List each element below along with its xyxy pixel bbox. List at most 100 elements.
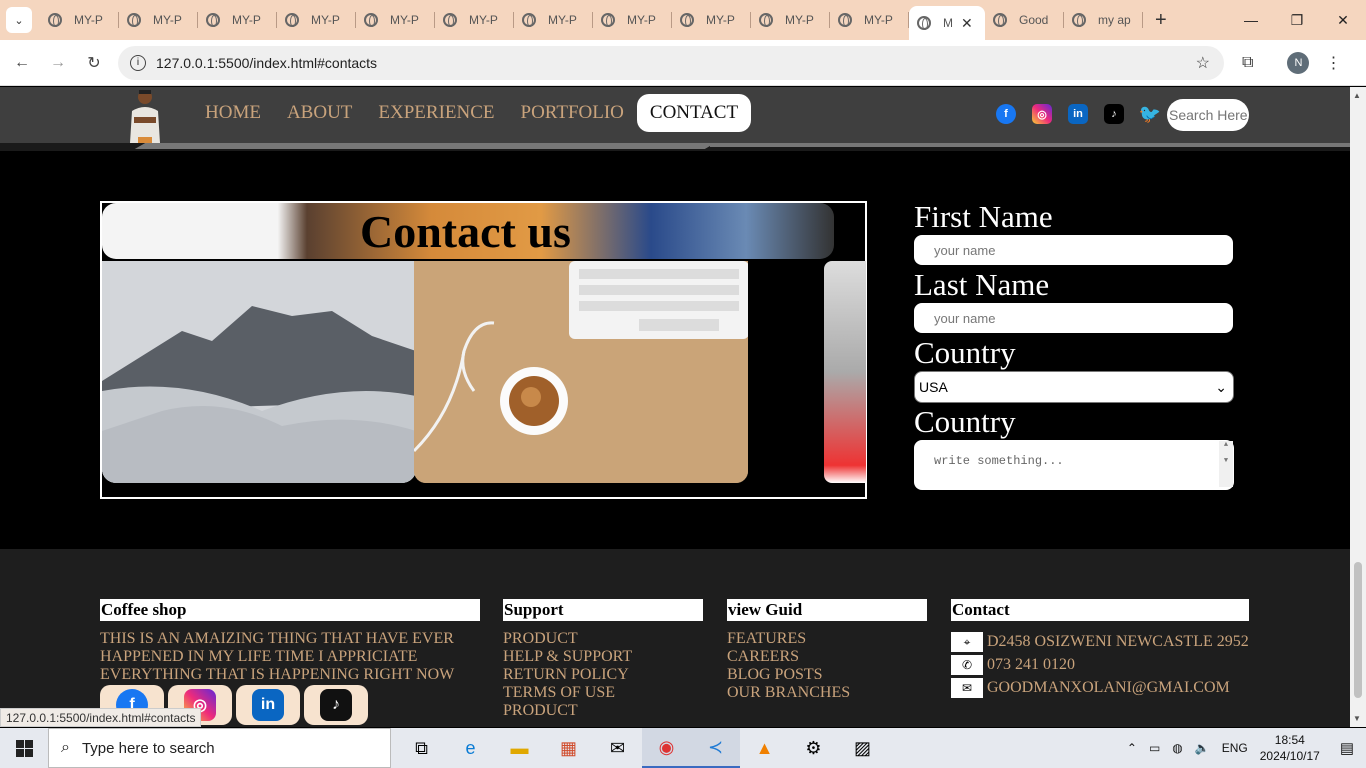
globe-icon xyxy=(917,16,931,30)
country-select[interactable]: USA ⌄ xyxy=(914,371,1234,403)
facebook-icon[interactable]: f xyxy=(996,104,1016,124)
footer-link-return[interactable]: RETURN POLICY xyxy=(503,666,703,684)
browser-tab[interactable]: MY-P xyxy=(672,0,751,40)
nav-contact[interactable]: CONTACT xyxy=(636,94,752,132)
globe-icon xyxy=(993,13,1007,27)
mountain-image xyxy=(102,261,416,483)
nav-about[interactable]: ABOUT xyxy=(274,94,365,132)
footer-link-product[interactable]: PRODUCT xyxy=(503,630,703,648)
store-icon[interactable]: ▦ xyxy=(544,728,593,768)
footer-tiktok-button[interactable]: ♪ xyxy=(304,685,368,725)
globe-icon xyxy=(206,13,220,27)
browser-tab[interactable]: MY-P xyxy=(435,0,514,40)
browser-tab[interactable]: MY-P xyxy=(40,0,119,40)
close-window-icon[interactable]: ✕ xyxy=(1320,0,1366,40)
browser-tab[interactable]: MY-P xyxy=(277,0,356,40)
windows-start-icon[interactable] xyxy=(0,728,48,768)
task-view-icon[interactable]: ⧉ xyxy=(397,728,446,768)
profile-avatar[interactable]: N xyxy=(1287,51,1310,74)
chevron-up-icon[interactable]: ⌃ xyxy=(1127,741,1137,755)
taskbar-search[interactable]: ⌕ Type here to search xyxy=(48,728,391,768)
browser-tab[interactable]: my ap xyxy=(1064,0,1143,40)
instagram-icon[interactable]: ◎ xyxy=(1032,104,1052,124)
avatar xyxy=(124,87,166,143)
restore-icon[interactable]: ❐ xyxy=(1274,0,1320,40)
site-footer: Coffee shop THIS IS AN AMAIZING THING TH… xyxy=(0,549,1350,727)
first-name-input[interactable]: your name xyxy=(914,235,1233,265)
footer-linkedin-button[interactable]: in xyxy=(236,685,300,725)
footer-link-blog[interactable]: BLOG POSTS xyxy=(727,666,927,684)
contact-banner: Contact us xyxy=(102,203,834,259)
main-menu: HOME ABOUT EXPERIENCE PORTFOLIO CONTACT xyxy=(192,94,752,132)
browser-tab[interactable]: MY-P xyxy=(830,0,909,40)
last-name-input[interactable]: your name xyxy=(914,303,1233,333)
tiktok-icon: ♪ xyxy=(320,689,352,721)
file-explorer-icon[interactable]: ▬ xyxy=(495,728,544,768)
notifications-icon[interactable]: ▤ xyxy=(1340,739,1354,757)
footer-address: D2458 OSIZWENI NEWCASTLE 2952 xyxy=(987,633,1249,650)
chrome-icon[interactable]: ◉ xyxy=(642,728,691,768)
nav-portfolio[interactable]: PORTFOLIO xyxy=(508,94,637,132)
textarea-scrollbar[interactable]: ▲ ▼ xyxy=(1219,441,1233,487)
mail-icon[interactable]: ✉ xyxy=(593,728,642,768)
language-indicator[interactable]: ENG xyxy=(1222,741,1248,755)
search-icon: ⌕ xyxy=(61,739,70,756)
scroll-down-icon[interactable]: ▼ xyxy=(1353,714,1361,723)
address-url[interactable]: 127.0.0.1:5500/index.html#contacts xyxy=(156,55,1196,71)
footer-email[interactable]: GOODMANXOLANI@GMAI.COM xyxy=(987,679,1230,697)
edge-icon[interactable]: e xyxy=(446,728,495,768)
address-bar[interactable]: i 127.0.0.1:5500/index.html#contacts ☆ xyxy=(118,45,1224,80)
close-tab-icon[interactable]: ✕ xyxy=(961,15,973,32)
back-icon[interactable]: ← xyxy=(4,54,40,72)
footer-link-help[interactable]: HELP & SUPPORT xyxy=(503,648,703,666)
scrollbar-thumb[interactable] xyxy=(1354,562,1362,698)
footer-link-features[interactable]: FEATURES xyxy=(727,630,927,648)
footer-link-product-2[interactable]: PRODUCT xyxy=(503,702,703,720)
browser-tab[interactable]: MY-P xyxy=(514,0,593,40)
network-status-icon[interactable]: ▭ xyxy=(1149,741,1160,755)
browser-tab[interactable]: MY-P xyxy=(751,0,830,40)
nav-divider xyxy=(0,143,1350,151)
browser-tab[interactable]: MY-P xyxy=(356,0,435,40)
globe-icon[interactable]: ◍ xyxy=(1172,741,1182,755)
chevron-down-icon: ⌄ xyxy=(1215,378,1227,395)
new-tab-button[interactable]: + xyxy=(1155,9,1167,32)
footer-phone-row: ✆ 073 241 0120 xyxy=(951,655,1249,675)
site-info-icon[interactable]: i xyxy=(130,54,146,71)
page-scrollbar[interactable]: ▲ ▼ xyxy=(1350,87,1366,727)
photos-icon[interactable]: ▨ xyxy=(838,728,887,768)
vlc-icon[interactable]: ▲ xyxy=(740,728,789,768)
browser-tab-strip: ⌄ MY-P MY-P MY-P MY-P MY-P MY-P MY-P MY-… xyxy=(0,0,1366,40)
nav-experience[interactable]: EXPERIENCE xyxy=(365,94,507,132)
footer-link-branches[interactable]: OUR BRANCHES xyxy=(727,684,927,702)
browser-tab-active[interactable]: M ✕ xyxy=(909,6,985,40)
linkedin-icon: in xyxy=(252,689,284,721)
taskbar-apps: ⧉ e ▬ ▦ ✉ ◉ ≺ ▲ ⚙ ▨ xyxy=(397,728,887,768)
browser-menu-icon[interactable]: ⋮ xyxy=(1325,53,1341,73)
footer-link-terms[interactable]: TERMS OF USE xyxy=(503,684,703,702)
volume-icon[interactable]: 🔈 xyxy=(1195,741,1210,755)
browser-tab[interactable]: MY-P xyxy=(119,0,198,40)
footer-coffee-text: THIS IS AN AMAIZING THING THAT HAVE EVER… xyxy=(100,630,455,683)
tiktok-icon[interactable]: ♪ xyxy=(1104,104,1124,124)
message-textarea[interactable]: write something... ▲ ▼ xyxy=(914,440,1234,490)
browser-tab[interactable]: MY-P xyxy=(593,0,672,40)
bookmark-star-icon[interactable]: ☆ xyxy=(1196,53,1210,73)
vscode-icon[interactable]: ≺ xyxy=(691,728,740,768)
nav-home[interactable]: HOME xyxy=(192,94,274,132)
twitter-icon[interactable]: 🐦 xyxy=(1139,104,1161,124)
taskbar-clock[interactable]: 18:54 2024/10/17 xyxy=(1260,732,1320,764)
forward-icon[interactable]: → xyxy=(40,54,76,72)
browser-tab[interactable]: MY-P xyxy=(198,0,277,40)
message-label: Country xyxy=(914,404,1016,439)
linkedin-icon[interactable]: in xyxy=(1068,104,1088,124)
scroll-up-icon[interactable]: ▲ xyxy=(1353,91,1361,100)
tab-search-button[interactable]: ⌄ xyxy=(6,7,32,33)
minimize-icon[interactable]: — xyxy=(1228,0,1274,40)
settings-icon[interactable]: ⚙ xyxy=(789,728,838,768)
browser-tab[interactable]: Good xyxy=(985,0,1064,40)
reload-icon[interactable]: ↻ xyxy=(76,53,112,73)
extensions-icon[interactable]: ⧉ xyxy=(1242,54,1253,72)
site-search-input[interactable] xyxy=(1167,99,1249,131)
footer-link-careers[interactable]: CAREERS xyxy=(727,648,927,666)
